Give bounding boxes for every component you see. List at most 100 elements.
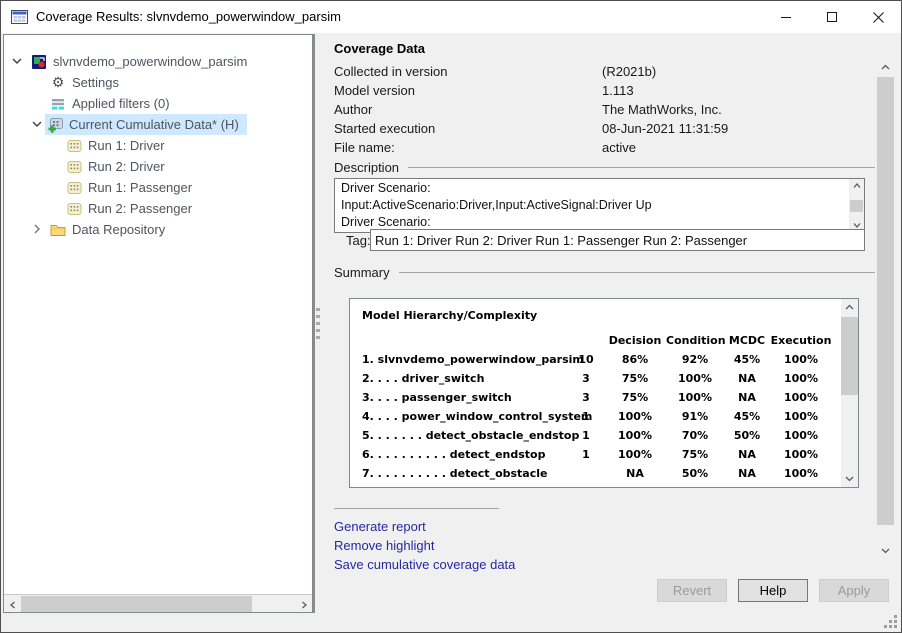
selected-row-highlight: Current Cumulative Data* (H) <box>45 114 247 135</box>
gear-icon: ⚙ <box>50 75 66 91</box>
summary-group-header: Summary <box>334 265 875 280</box>
tag-label: Tag: <box>346 233 371 248</box>
action-links: Generate report Remove highlight Save cu… <box>334 517 515 574</box>
summary-report[interactable]: Model Hierarchy/Complexity Decision Cond… <box>349 298 859 488</box>
chevron-down-icon <box>881 546 890 555</box>
folder-icon <box>50 222 66 238</box>
apply-button[interactable]: Apply <box>819 579 889 602</box>
scroll-down-button[interactable] <box>877 542 894 559</box>
field-label: Author <box>334 102 602 117</box>
tree-item-current-cumulative-data[interactable]: Current Cumulative Data* (H) <box>4 114 312 135</box>
chevron-up-icon <box>845 303 854 312</box>
scroll-left-button[interactable] <box>4 596 21 613</box>
tag-input[interactable] <box>370 229 865 251</box>
description-textarea[interactable]: Driver Scenario: Input:ActiveScenario:Dr… <box>334 178 865 233</box>
chevron-down-icon <box>845 474 854 483</box>
description-scrollbar[interactable] <box>849 179 864 232</box>
model-icon <box>31 54 47 70</box>
tree-item-label: Run 1: Driver <box>88 138 165 153</box>
report-row: 1. slvnvdemo_powerwindow_parsim1086%92%4… <box>362 350 858 369</box>
group-rule <box>399 272 875 273</box>
summary-heading: Summary <box>334 265 390 280</box>
tree-item-settings[interactable]: ⚙ Settings <box>4 72 312 93</box>
info-row: File name:active <box>334 138 865 157</box>
tree-item-run2-passenger[interactable]: Run 2: Passenger <box>4 198 312 219</box>
maximize-button[interactable] <box>809 1 855 33</box>
description-group-header: Description <box>334 160 875 175</box>
description-line: Driver Scenario: <box>341 180 844 197</box>
cumulative-data-icon <box>47 117 63 133</box>
title-bar[interactable]: Coverage Results: slvnvdemo_powerwindow_… <box>1 1 901 33</box>
help-button[interactable]: Help <box>738 579 808 602</box>
tree-item-run1-passenger[interactable]: Run 1: Passenger <box>4 177 312 198</box>
report-scrollbar-thumb[interactable] <box>841 317 858 395</box>
scroll-up-button[interactable] <box>877 59 894 76</box>
field-label: File name: <box>334 140 602 155</box>
tree-horizontal-scrollbar[interactable] <box>4 594 312 612</box>
remove-highlight-link[interactable]: Remove highlight <box>334 536 515 555</box>
tree-item-run2-driver[interactable]: Run 2: Driver <box>4 156 312 177</box>
chevron-up-icon <box>881 63 890 72</box>
report-scrollbar[interactable] <box>841 299 858 487</box>
chevron-down-icon[interactable] <box>32 119 42 129</box>
tree-item-label: Run 1: Passenger <box>88 180 192 195</box>
save-cumulative-coverage-data-link[interactable]: Save cumulative coverage data <box>334 555 515 574</box>
window-title: Coverage Results: slvnvdemo_powerwindow_… <box>36 9 341 24</box>
run-icon <box>66 180 82 196</box>
report-header-row: Decision Condition MCDC Execution <box>362 331 858 350</box>
tree-item-label: Settings <box>72 75 119 90</box>
tree-item-label: Run 2: Driver <box>88 159 165 174</box>
links-rule <box>334 508 499 509</box>
scroll-up-button[interactable] <box>841 299 858 316</box>
field-value: 08-Jun-2021 11:31:59 <box>602 121 728 136</box>
tree-item-label: Applied filters (0) <box>72 96 170 111</box>
minimize-button[interactable] <box>763 1 809 33</box>
report-row: 5. . . . . . . detect_obstacle_endstop11… <box>362 426 858 445</box>
field-label: Started execution <box>334 121 602 136</box>
report-row: 7. . . . . . . . . . detect_obstacleNA50… <box>362 464 858 483</box>
tree-item-run1-driver[interactable]: Run 1: Driver <box>4 135 312 156</box>
scroll-right-button[interactable] <box>295 596 312 613</box>
panel-scrollbar-thumb[interactable] <box>877 77 894 525</box>
revert-button[interactable]: Revert <box>657 579 727 602</box>
run-icon <box>66 138 82 154</box>
field-label: Model version <box>334 83 602 98</box>
field-value: (R2021b) <box>602 64 656 79</box>
report-row: 4. . . . power_window_control_system1100… <box>362 407 858 426</box>
panel-vertical-scrollbar[interactable] <box>877 59 894 559</box>
coverage-results-app-icon <box>11 9 28 25</box>
chevron-down-icon[interactable] <box>12 56 22 66</box>
scroll-up-button[interactable] <box>849 179 864 193</box>
column-header: Execution <box>770 334 832 347</box>
description-line: Input:ActiveScenario:Driver,Input:Active… <box>341 197 844 214</box>
tree-item-label: Run 2: Passenger <box>88 201 192 216</box>
coverage-info-list: Collected in version(R2021b) Model versi… <box>334 62 865 157</box>
coverage-data-heading: Coverage Data <box>334 41 425 56</box>
tree-scrollbar-thumb[interactable] <box>21 596 252 612</box>
column-header: Decision <box>604 334 666 347</box>
minimize-icon <box>781 12 792 23</box>
column-header: MCDC <box>724 334 770 347</box>
description-heading: Description <box>334 160 399 175</box>
filter-icon <box>50 96 66 112</box>
chevron-right-icon[interactable] <box>32 224 42 234</box>
report-title: Model Hierarchy/Complexity <box>362 309 858 327</box>
info-row: Model version1.113 <box>334 81 865 100</box>
field-value: active <box>602 140 636 155</box>
resize-grip-icon[interactable] <box>883 614 898 629</box>
run-icon <box>66 159 82 175</box>
tree-item-applied-filters[interactable]: Applied filters (0) <box>4 93 312 114</box>
scroll-down-button[interactable] <box>841 470 858 487</box>
description-scrollbar-thumb[interactable] <box>850 200 863 212</box>
tree-item-model[interactable]: slvnvdemo_powerwindow_parsim <box>4 51 312 72</box>
tree-item-data-repository[interactable]: Data Repository <box>4 219 312 240</box>
close-button[interactable] <box>855 1 901 33</box>
splitter-grip-icon[interactable] <box>315 304 323 338</box>
generate-report-link[interactable]: Generate report <box>334 517 515 536</box>
column-header: Condition <box>666 334 724 347</box>
field-value: 1.113 <box>602 83 634 98</box>
chevron-up-icon <box>853 182 861 190</box>
field-label: Collected in version <box>334 64 602 79</box>
maximize-icon <box>827 12 838 23</box>
report-row: 8. . . . . . . validate_driverNA100%60%1… <box>362 483 858 488</box>
